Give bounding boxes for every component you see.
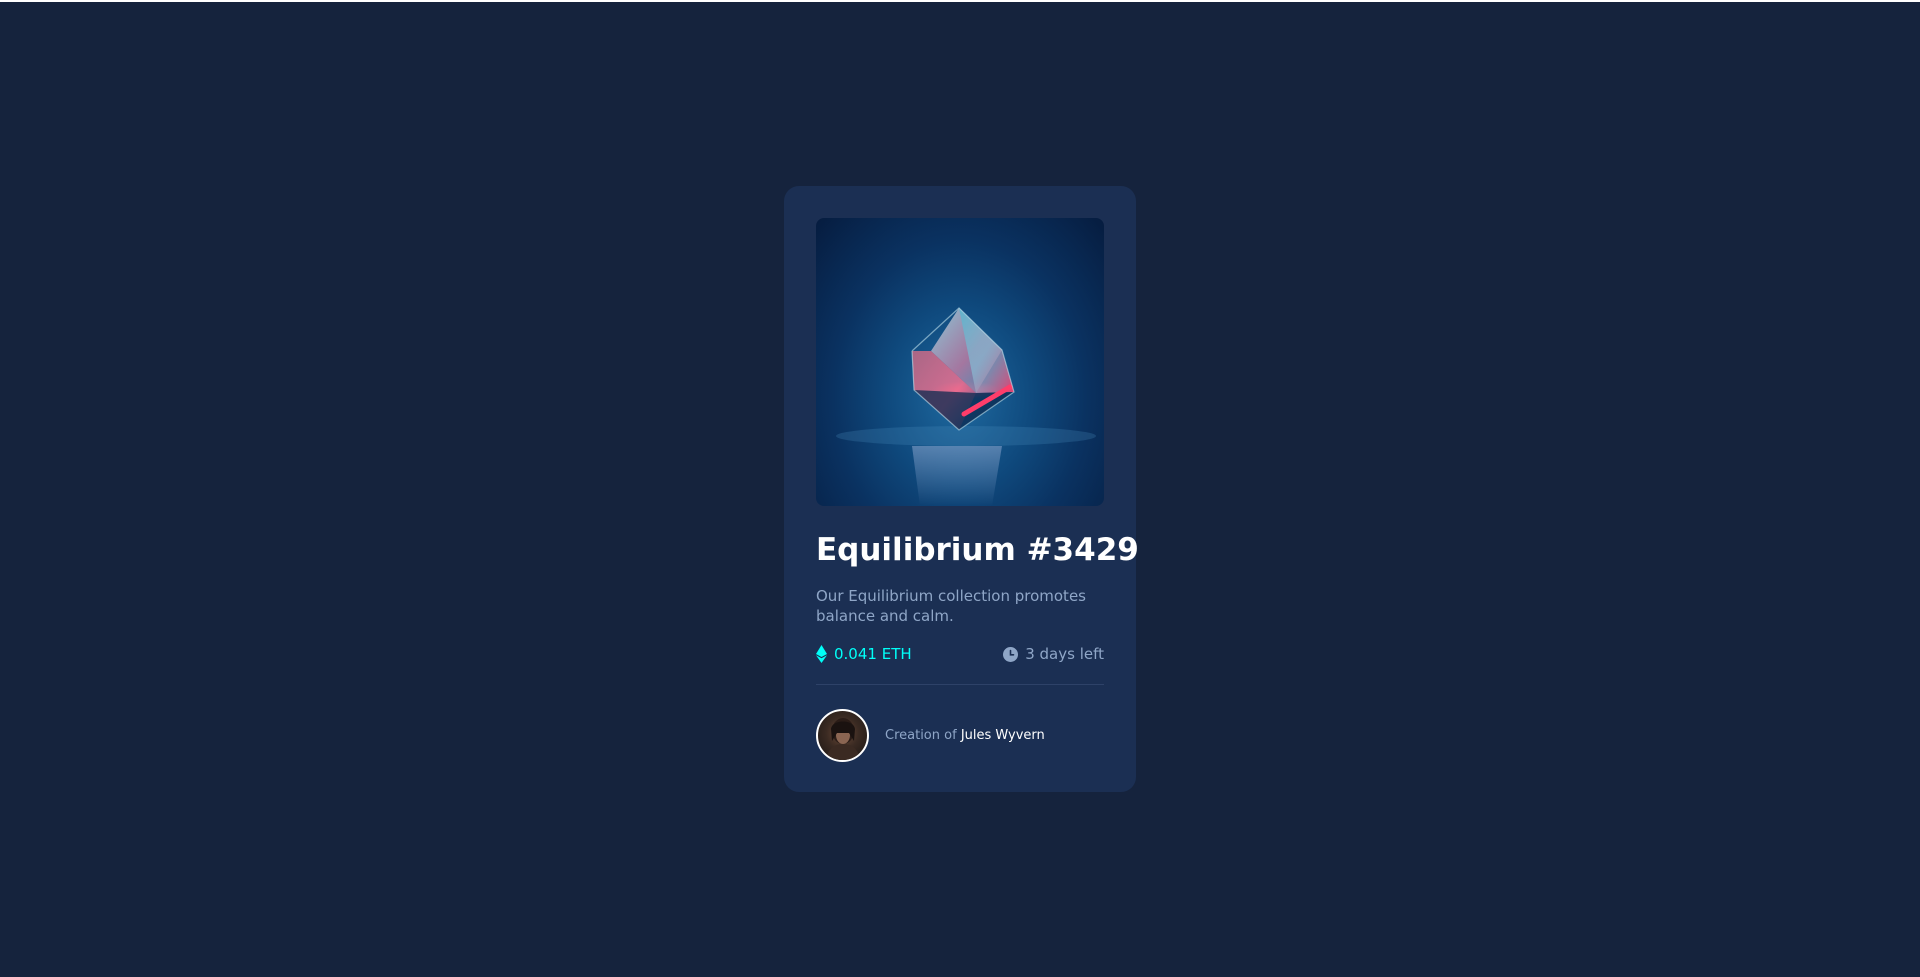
creator-row: Creation of Jules Wyvern [816, 709, 1104, 762]
creator-prefix: Creation of [885, 728, 957, 743]
nft-artwork-image[interactable] [816, 218, 1104, 506]
top-edge-strip [0, 0, 1920, 2]
clock-icon [1003, 646, 1019, 662]
creator-credit: Creation of Jules Wyvern [885, 728, 1045, 743]
nft-description: Our Equilibrium collection promotes bala… [816, 587, 1086, 625]
nft-preview-card: Equilibrium #3429 Our Equilibrium collec… [784, 186, 1139, 792]
price-value: 0.041 ETH [834, 645, 912, 663]
ethereum-icon [816, 645, 827, 663]
time-left-value: 3 days left [1025, 645, 1104, 663]
creator-avatar [816, 709, 869, 762]
creator-name-link[interactable]: Jules Wyvern [961, 728, 1045, 743]
nft-title[interactable]: Equilibrium #3429 [816, 530, 1139, 570]
time-left-info: 3 days left [1003, 645, 1104, 663]
card-divider [816, 684, 1104, 685]
nft-stats-row: 0.041 ETH 3 days left [816, 642, 1104, 666]
cube-illustration [836, 307, 1096, 506]
price-info: 0.041 ETH [816, 645, 912, 663]
